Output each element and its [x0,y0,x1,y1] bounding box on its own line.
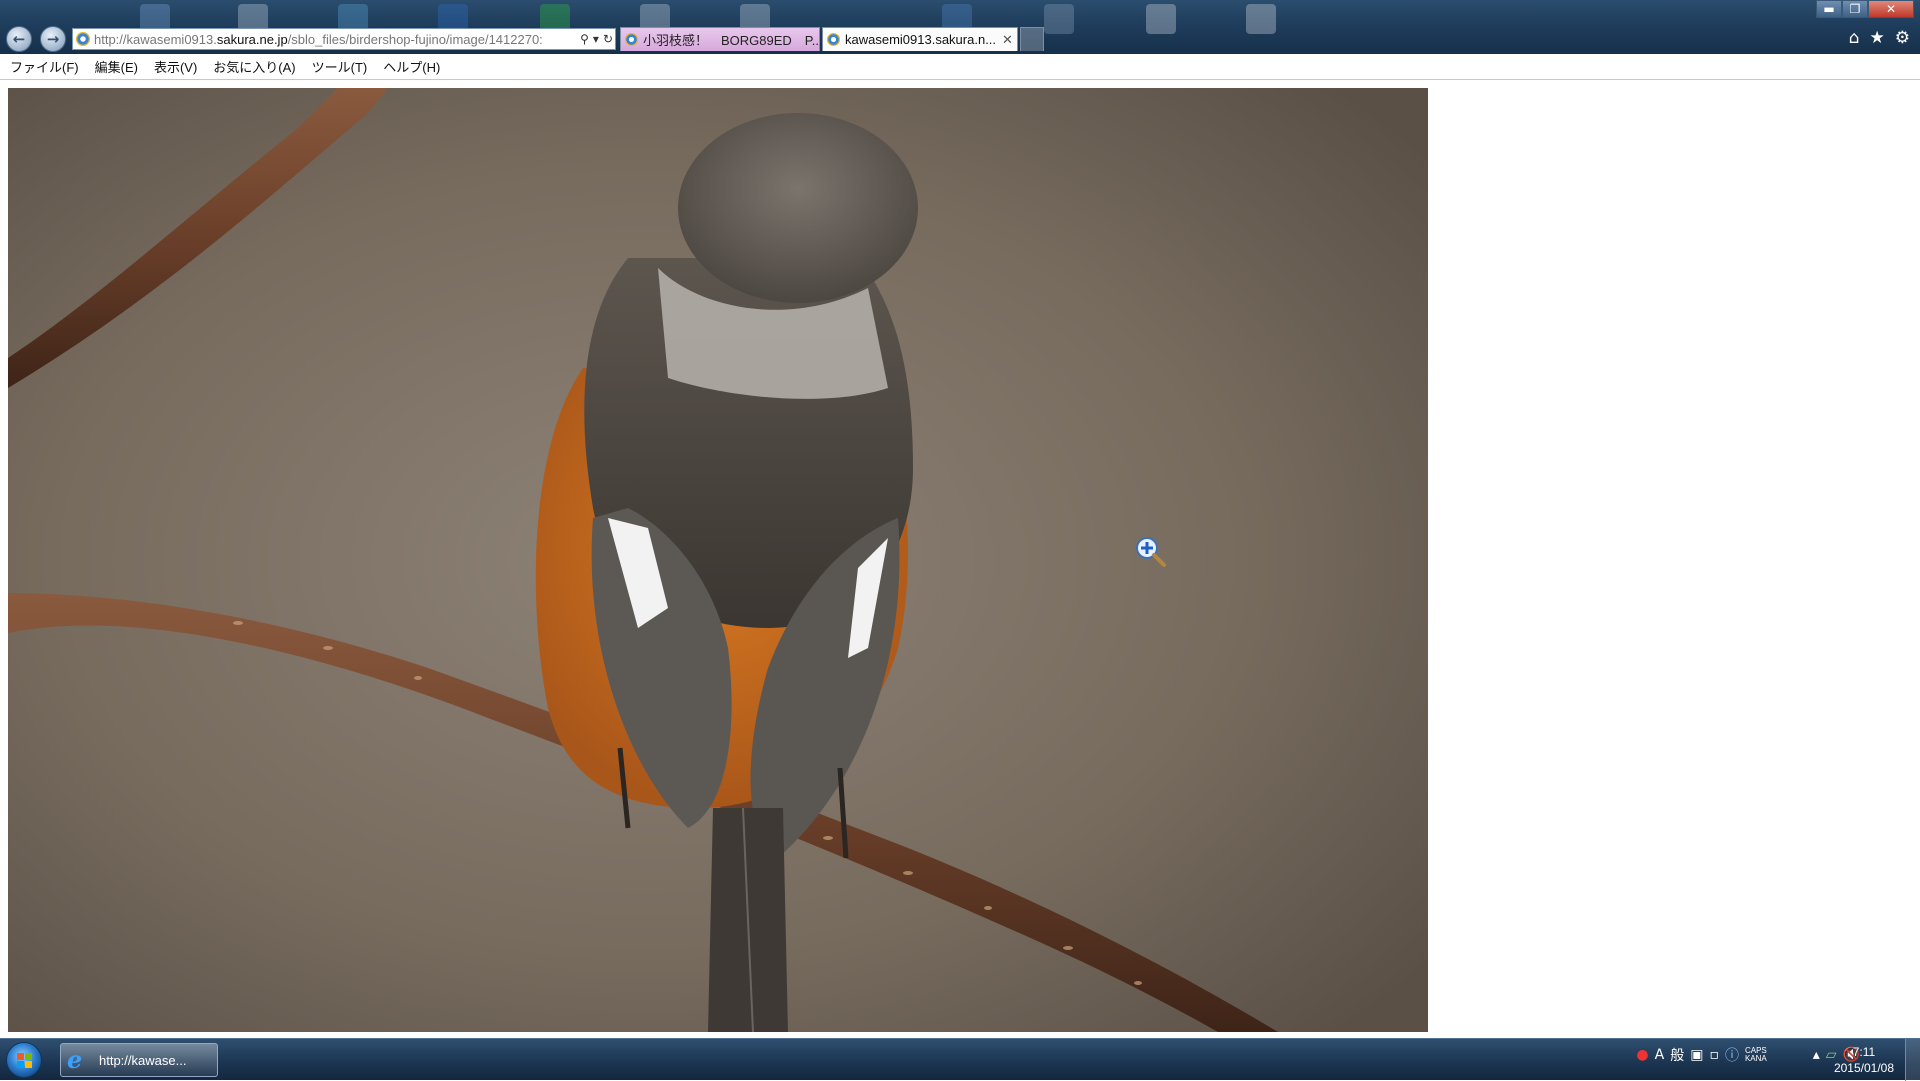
clock-time: 7:11 [1852,1045,1876,1059]
ime-general-indicator[interactable]: 般 [1670,1045,1684,1065]
star-icon[interactable]: ★ [1870,28,1885,48]
tab-kawasemi-image[interactable]: kawasemi0913.sakura.n... ✕ [822,27,1018,51]
clock-date: 2015/01/08 [1833,1061,1894,1075]
browser-titlebar: ← → http://kawasemi0913. sakura.ne.jp/sbl… [0,0,1920,54]
bird-photo[interactable] [8,88,1428,1032]
show-desktop-button[interactable] [1905,1039,1920,1081]
page-content [0,80,1920,1038]
internet-explorer-icon: e [67,1045,83,1074]
address-host: sakura.ne.jp [216,31,288,47]
close-window-button[interactable]: ✕ [1868,0,1914,18]
minimize-button[interactable]: ▬ [1816,0,1842,18]
back-arrow-icon: ← [12,30,26,48]
system-tray: ● A 般 ▣ ▫ ⓘ CAPS KANA ▴ ▱ 🔇 [1636,1045,1860,1065]
menu-edit[interactable]: 編集(E) [89,57,144,76]
refresh-icon[interactable]: ↻ [603,32,613,46]
alert-icon[interactable]: ● [1636,1047,1648,1063]
forward-arrow-icon: → [46,30,60,48]
bird-illustration [8,88,1428,1032]
back-button[interactable]: ← [6,26,32,52]
address-tools: ⚲ ▾ ↻ [576,29,613,49]
menu-file[interactable]: ファイル(F) [4,57,85,76]
search-icon[interactable]: ⚲ [580,32,589,46]
address-bar[interactable]: http://kawasemi0913. sakura.ne.jp/sblo_fi… [72,28,616,50]
menu-help[interactable]: ヘルプ(H) [377,57,446,76]
home-icon[interactable]: ⌂ [1849,28,1860,48]
maximize-button[interactable]: ❐ [1842,0,1868,18]
address-path: /sblo_files/birdershop-fujino/image/1412… [287,31,543,47]
tab-title: 小羽枝感！ BORG89ED P... [643,33,820,48]
desktop-ghost-icon [1044,4,1074,34]
minimize-icon: ▬ [1823,2,1835,16]
menu-view[interactable]: 表示(V) [148,57,203,76]
start-button[interactable] [6,1042,42,1078]
caps-kana-indicator: CAPS KANA [1745,1047,1767,1063]
desktop-ghost-icon [1246,4,1276,34]
tab-close-icon[interactable]: ✕ [996,32,1013,48]
show-hidden-icons-icon[interactable]: ▴ [1813,1047,1820,1063]
menu-bar: ファイル(F) 編集(E) 表示(V) お気に入り(A) ツール(T) ヘルプ(… [0,54,1920,80]
ime-dictionary-icon[interactable]: ▫ [1709,1047,1719,1063]
taskbar-ie-label: http://kawase... [99,1052,187,1068]
taskbar-clock[interactable]: 7:11 2015/01/08 [1834,1044,1894,1076]
desktop-ghost-icon [1146,4,1176,34]
forward-button[interactable]: → [40,26,66,52]
new-tab-button[interactable] [1020,27,1044,51]
zoom-in-cursor-icon [1136,537,1166,567]
taskbar-ie-button[interactable]: e http://kawase... [60,1043,218,1077]
dropdown-icon[interactable]: ▾ [593,32,599,46]
address-prefix: http://kawasemi0913. [94,31,217,47]
menu-favorites[interactable]: お気に入り(A) [207,57,301,76]
ime-tool-icon[interactable]: ▣ [1690,1047,1703,1063]
close-icon: ✕ [1885,2,1897,16]
tab-title: kawasemi0913.sakura.n... [845,32,997,47]
ie-page-icon [76,32,90,46]
ie-page-icon [625,33,638,46]
help-icon[interactable]: ⓘ [1725,1045,1739,1065]
ime-mode-indicator[interactable]: A [1655,1047,1665,1063]
kana-label: KANA [1744,1054,1767,1063]
menu-tools[interactable]: ツール(T) [306,57,374,76]
restore-icon: ❐ [1849,2,1861,16]
command-icons: ⌂ ★ ⚙ [1849,28,1910,48]
gear-icon[interactable]: ⚙ [1895,28,1910,48]
windows-taskbar: e http://kawase... ● A 般 ▣ ▫ ⓘ CAPS KANA… [0,1038,1920,1081]
tab-borg89ed[interactable]: 小羽枝感！ BORG89ED P... [620,27,820,51]
ie-page-icon [827,33,840,46]
